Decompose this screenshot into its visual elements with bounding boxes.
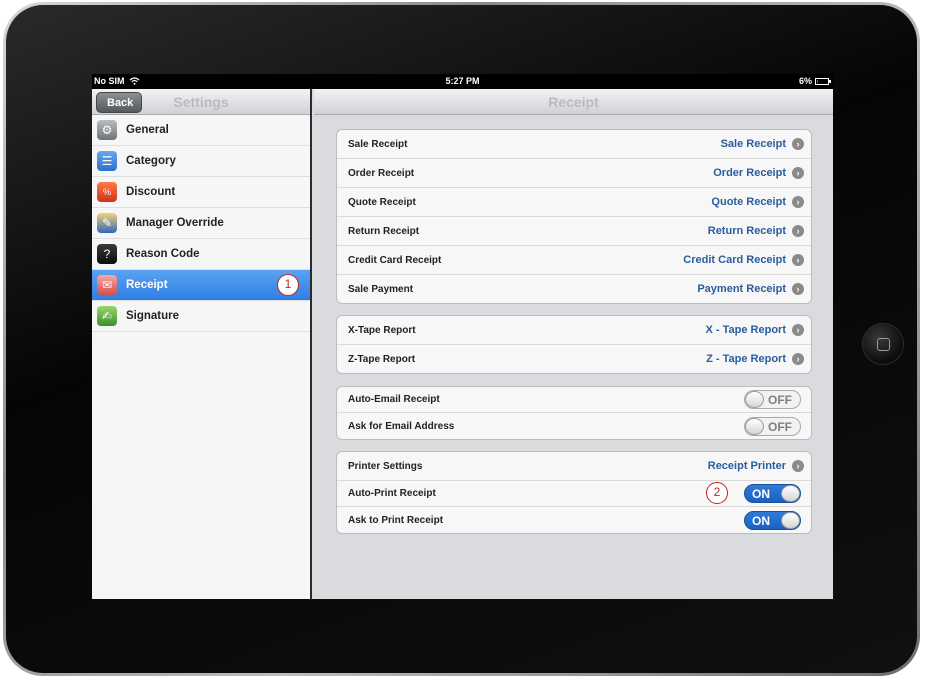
row-order-receipt[interactable]: Order Receipt Order Receipt › bbox=[337, 159, 811, 188]
toggle-knob bbox=[781, 511, 800, 529]
receipt-icon: ✉ bbox=[97, 275, 117, 295]
toggle-knob bbox=[745, 417, 764, 435]
row-label: Sale Receipt bbox=[348, 138, 408, 150]
chevron-right-icon[interactable]: › bbox=[792, 225, 804, 237]
sidebar-item-label: General bbox=[126, 124, 169, 136]
tape-reports-group: X-Tape Report X - Tape Report › Z-Tape R… bbox=[336, 315, 812, 374]
settings-sidebar: Back Settings ⚙ General ☰ Category % Dis… bbox=[92, 89, 312, 599]
settings-navbar: Back Settings bbox=[92, 89, 310, 115]
row-printer-settings[interactable]: Printer Settings Receipt Printer › bbox=[337, 452, 811, 481]
sidebar-item-label: Discount bbox=[126, 186, 176, 198]
row-value[interactable]: Receipt Printer bbox=[708, 460, 786, 472]
row-sale-payment[interactable]: Sale Payment Payment Receipt › bbox=[337, 275, 811, 303]
status-bar: No SIM 5:27 PM 6% bbox=[92, 74, 833, 89]
email-settings-group: Auto-Email Receipt OFF Ask for Email Add… bbox=[336, 386, 812, 440]
battery-percent: 6% bbox=[798, 76, 812, 86]
settings-title: Settings bbox=[173, 94, 229, 110]
row-auto-print-receipt: Auto-Print Receipt 2 ON bbox=[337, 481, 811, 507]
sidebar-item-general[interactable]: ⚙ General bbox=[92, 115, 310, 146]
sidebar-item-manager-override[interactable]: ✎ Manager Override bbox=[92, 208, 310, 239]
row-sale-receipt[interactable]: Sale Receipt Sale Receipt › bbox=[337, 130, 811, 159]
sidebar-item-discount[interactable]: % Discount bbox=[92, 177, 310, 208]
toggle-state: OFF bbox=[768, 419, 792, 434]
row-value[interactable]: Credit Card Receipt bbox=[683, 254, 786, 266]
row-label: Auto-Print Receipt bbox=[348, 488, 436, 499]
auto-print-toggle[interactable]: ON bbox=[744, 484, 801, 503]
status-time: 5:27 PM bbox=[445, 76, 480, 86]
list-icon: ☰ bbox=[97, 151, 117, 171]
row-ask-email-address: Ask for Email Address OFF bbox=[337, 413, 811, 439]
ask-email-toggle[interactable]: OFF bbox=[744, 416, 801, 436]
row-label: Credit Card Receipt bbox=[348, 254, 442, 266]
home-button[interactable] bbox=[862, 323, 904, 365]
receipt-title: Receipt bbox=[548, 94, 599, 110]
row-label: X-Tape Report bbox=[348, 324, 416, 336]
row-z-tape-report[interactable]: Z-Tape Report Z - Tape Report › bbox=[337, 345, 811, 373]
row-ask-print-receipt: Ask to Print Receipt ON bbox=[337, 507, 811, 533]
sidebar-item-receipt[interactable]: ✉ Receipt 1 bbox=[92, 270, 310, 301]
chevron-right-icon[interactable]: › bbox=[792, 353, 804, 365]
row-label: Sale Payment bbox=[348, 283, 414, 295]
battery-icon bbox=[815, 77, 831, 85]
home-square-icon bbox=[877, 338, 890, 351]
chevron-right-icon[interactable]: › bbox=[792, 324, 804, 336]
row-label: Auto-Email Receipt bbox=[348, 394, 440, 405]
toggle-state: ON bbox=[752, 513, 770, 528]
toggle-knob bbox=[781, 485, 800, 502]
toggle-state: ON bbox=[752, 487, 770, 501]
receipt-types-group: Sale Receipt Sale Receipt › Order Receip… bbox=[336, 129, 812, 304]
settings-menu: ⚙ General ☰ Category % Discount ✎ Manage… bbox=[92, 115, 310, 332]
row-value[interactable]: Z - Tape Report bbox=[706, 353, 786, 365]
toggle-knob bbox=[745, 391, 764, 408]
row-label: Ask to Print Receipt bbox=[348, 514, 444, 526]
sidebar-item-label: Signature bbox=[126, 310, 180, 322]
row-value[interactable]: Quote Receipt bbox=[711, 196, 786, 208]
toggle-state: OFF bbox=[768, 393, 792, 407]
chevron-right-icon[interactable]: › bbox=[792, 283, 804, 295]
sidebar-item-category[interactable]: ☰ Category bbox=[92, 146, 310, 177]
receipt-detail: Receipt Sale Receipt Sale Receipt › Orde… bbox=[314, 89, 833, 599]
discount-tag-icon: % bbox=[97, 182, 117, 202]
row-quote-receipt[interactable]: Quote Receipt Quote Receipt › bbox=[337, 188, 811, 217]
row-value[interactable]: Payment Receipt bbox=[697, 283, 786, 295]
manager-icon: ✎ bbox=[97, 213, 117, 233]
sidebar-item-label: Category bbox=[126, 155, 176, 167]
row-value[interactable]: Order Receipt bbox=[713, 167, 786, 179]
chevron-right-icon[interactable]: › bbox=[792, 167, 804, 179]
row-label: Printer Settings bbox=[348, 460, 423, 472]
sidebar-item-signature[interactable]: ✍ Signature bbox=[92, 301, 310, 332]
sidebar-item-label: Reason Code bbox=[126, 248, 200, 260]
row-label: Ask for Email Address bbox=[348, 420, 455, 432]
chevron-right-icon[interactable]: › bbox=[792, 138, 804, 150]
annotation-marker-1: 1 bbox=[277, 274, 299, 296]
signature-icon: ✍ bbox=[97, 306, 117, 326]
ask-print-toggle[interactable]: ON bbox=[744, 510, 801, 530]
sidebar-item-reason-code[interactable]: ? Reason Code bbox=[92, 239, 310, 270]
row-label: Quote Receipt bbox=[348, 196, 416, 208]
row-auto-email-receipt: Auto-Email Receipt OFF bbox=[337, 387, 811, 413]
screen: No SIM 5:27 PM 6% Back Settings ⚙ Genera… bbox=[92, 74, 833, 599]
reason-icon: ? bbox=[97, 244, 117, 264]
row-label: Order Receipt bbox=[348, 167, 415, 179]
sidebar-item-label: Receipt bbox=[126, 279, 168, 291]
row-x-tape-report[interactable]: X-Tape Report X - Tape Report › bbox=[337, 316, 811, 345]
row-label: Return Receipt bbox=[348, 225, 420, 237]
auto-email-toggle[interactable]: OFF bbox=[744, 390, 801, 409]
chevron-right-icon[interactable]: › bbox=[792, 460, 804, 472]
chevron-right-icon[interactable]: › bbox=[792, 254, 804, 266]
annotation-marker-2: 2 bbox=[706, 482, 728, 504]
sidebar-item-label: Manager Override bbox=[126, 217, 224, 229]
row-value[interactable]: Sale Receipt bbox=[721, 138, 786, 150]
row-value[interactable]: Return Receipt bbox=[708, 225, 786, 237]
row-return-receipt[interactable]: Return Receipt Return Receipt › bbox=[337, 217, 811, 246]
printer-settings-group: Printer Settings Receipt Printer › Auto-… bbox=[336, 451, 812, 534]
receipt-navbar: Receipt bbox=[314, 89, 833, 115]
row-label: Z-Tape Report bbox=[348, 353, 416, 365]
row-value[interactable]: X - Tape Report bbox=[706, 324, 786, 336]
chevron-right-icon[interactable]: › bbox=[792, 196, 804, 208]
row-credit-card-receipt[interactable]: Credit Card Receipt Credit Card Receipt … bbox=[337, 246, 811, 275]
gear-icon: ⚙ bbox=[97, 120, 117, 140]
